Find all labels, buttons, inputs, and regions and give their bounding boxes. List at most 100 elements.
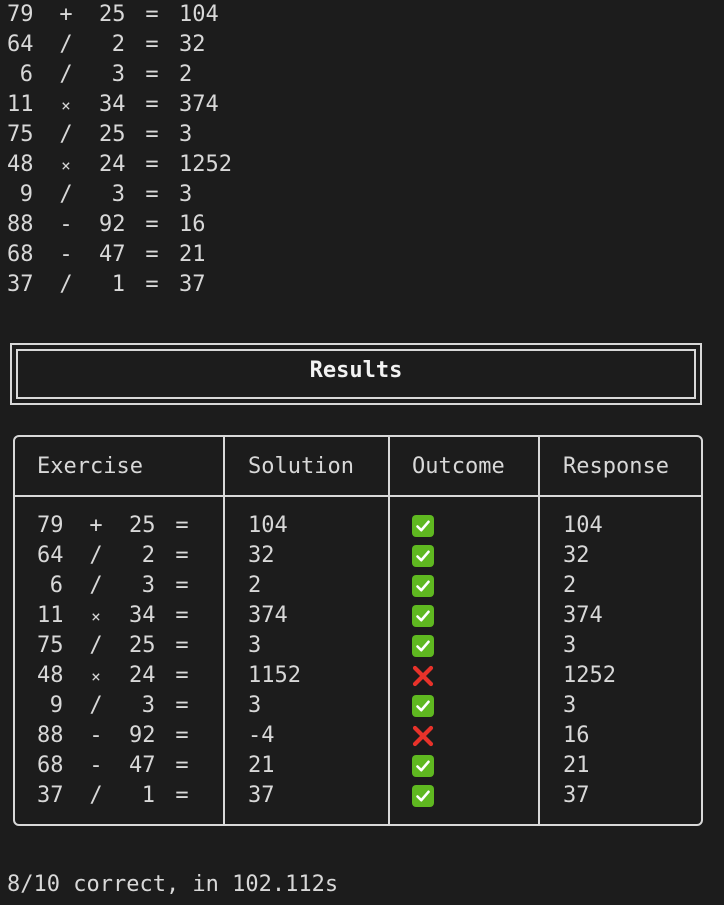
outcome-cell bbox=[412, 665, 434, 687]
operator: × bbox=[91, 667, 101, 686]
table-row: 6 / 3 = 2 2 bbox=[15, 571, 701, 601]
check-mark-icon bbox=[412, 515, 434, 537]
summary-line: 8/10 correct, in 102.112s bbox=[7, 872, 339, 897]
exercise-cell: 79 +25 = bbox=[37, 511, 209, 541]
outcome-cell bbox=[412, 755, 434, 777]
header-divider bbox=[15, 495, 701, 497]
operand-b: 34 bbox=[129, 603, 156, 628]
equals-sign: = bbox=[175, 633, 189, 658]
operand-b: 92 bbox=[129, 723, 156, 748]
history-line: 88- 92 = 16 bbox=[7, 210, 232, 240]
check-mark-icon bbox=[412, 695, 434, 717]
answer: 104 bbox=[179, 2, 219, 27]
operand-a: 37 bbox=[37, 783, 64, 808]
operator: / bbox=[59, 32, 73, 57]
history-line: 75 / 25 = 3 bbox=[7, 120, 232, 150]
outcome-cell bbox=[412, 605, 434, 627]
answer: 1252 bbox=[179, 152, 232, 177]
cross-mark-icon bbox=[412, 665, 434, 687]
history-line: 11 × 34 = 374 bbox=[7, 90, 232, 120]
operand-a: 9 bbox=[19, 182, 33, 207]
outcome-cell bbox=[412, 785, 434, 807]
operand-b: 3 bbox=[111, 62, 125, 87]
response-cell: 3 bbox=[563, 693, 577, 718]
table-row: 88- 92 = -4 16 bbox=[15, 721, 701, 751]
outcome-cell bbox=[412, 695, 434, 717]
operand-a: 6 bbox=[49, 573, 63, 598]
operand-a: 79 bbox=[7, 2, 34, 27]
equals-sign: = bbox=[145, 272, 159, 297]
answer: 16 bbox=[179, 212, 206, 237]
operand-a: 48 bbox=[7, 152, 34, 177]
solution-cell: 104 bbox=[248, 513, 288, 538]
operand-b: 3 bbox=[141, 693, 155, 718]
operand-b: 47 bbox=[129, 753, 156, 778]
check-mark-icon bbox=[412, 785, 434, 807]
outcome-cell bbox=[412, 545, 434, 567]
operator: × bbox=[61, 156, 71, 175]
operator: + bbox=[89, 513, 103, 538]
operand-a: 68 bbox=[7, 242, 34, 267]
operand-b: 3 bbox=[141, 573, 155, 598]
outcome-cell bbox=[412, 575, 434, 597]
operator: - bbox=[59, 212, 73, 237]
exercise-cell: 68- 47 = bbox=[37, 751, 209, 781]
exercise-cell: 48 × 24 = bbox=[37, 661, 209, 692]
history-line: 6 / 3 = 2 bbox=[7, 60, 232, 90]
solution-cell: 32 bbox=[248, 543, 275, 568]
solution-cell: 3 bbox=[248, 693, 262, 718]
solution-cell: 21 bbox=[248, 753, 275, 778]
operand-b: 25 bbox=[99, 122, 126, 147]
operand-b: 25 bbox=[129, 633, 156, 658]
response-cell: 3 bbox=[563, 633, 577, 658]
equals-sign: = bbox=[145, 32, 159, 57]
operand-b: 25 bbox=[129, 513, 156, 538]
equals-sign: = bbox=[145, 62, 159, 87]
cross-mark-icon bbox=[412, 725, 434, 747]
table-row: 68- 47 = 21 21 bbox=[15, 751, 701, 781]
operand-a: 88 bbox=[7, 212, 34, 237]
operand-b: 34 bbox=[99, 92, 126, 117]
table-row: 75 / 25 = 3 3 bbox=[15, 631, 701, 661]
operator: - bbox=[89, 723, 103, 748]
operator: / bbox=[89, 543, 103, 568]
answer: 32 bbox=[179, 32, 206, 57]
operator: / bbox=[59, 122, 73, 147]
solution-cell: 1152 bbox=[248, 663, 301, 688]
operand-a: 37 bbox=[7, 272, 34, 297]
operand-b: 24 bbox=[99, 152, 126, 177]
operand-b: 2 bbox=[111, 32, 125, 57]
history-line: 9 / 3 = 3 bbox=[7, 180, 232, 210]
equals-sign: = bbox=[145, 92, 159, 117]
history-line: 68- 47 = 21 bbox=[7, 240, 232, 270]
equals-sign: = bbox=[145, 2, 159, 27]
table-row: 37 / 1 = 37 37 bbox=[15, 781, 701, 811]
operator: / bbox=[59, 182, 73, 207]
exercise-cell: 88- 92 = bbox=[37, 721, 209, 751]
operand-b: 92 bbox=[99, 212, 126, 237]
response-cell: 21 bbox=[563, 753, 590, 778]
exercise-cell: 9 / 3 = bbox=[37, 691, 209, 721]
results-title: Results bbox=[309, 358, 403, 383]
answer: 374 bbox=[179, 92, 219, 117]
equals-sign: = bbox=[145, 242, 159, 267]
equals-sign: = bbox=[175, 663, 189, 688]
solution-cell: 3 bbox=[248, 633, 262, 658]
operand-a: 6 bbox=[19, 62, 33, 87]
operand-b: 1 bbox=[111, 272, 125, 297]
equals-sign: = bbox=[145, 152, 159, 177]
solution-cell: 37 bbox=[248, 783, 275, 808]
equals-sign: = bbox=[175, 543, 189, 568]
history-line: 79 +25 = 104 bbox=[7, 0, 232, 30]
operator: × bbox=[91, 607, 101, 626]
check-mark-icon bbox=[412, 635, 434, 657]
response-cell: 374 bbox=[563, 603, 603, 628]
response-cell: 16 bbox=[563, 723, 590, 748]
results-table: Exercise Solution Outcome Response 79 +25… bbox=[13, 435, 703, 826]
solution-cell: -4 bbox=[248, 723, 275, 748]
table-row: 48 × 24 = 1152 1252 bbox=[15, 661, 701, 691]
operand-b: 24 bbox=[129, 663, 156, 688]
equals-sign: = bbox=[175, 753, 189, 778]
operator: / bbox=[59, 62, 73, 87]
operand-a: 75 bbox=[37, 633, 64, 658]
